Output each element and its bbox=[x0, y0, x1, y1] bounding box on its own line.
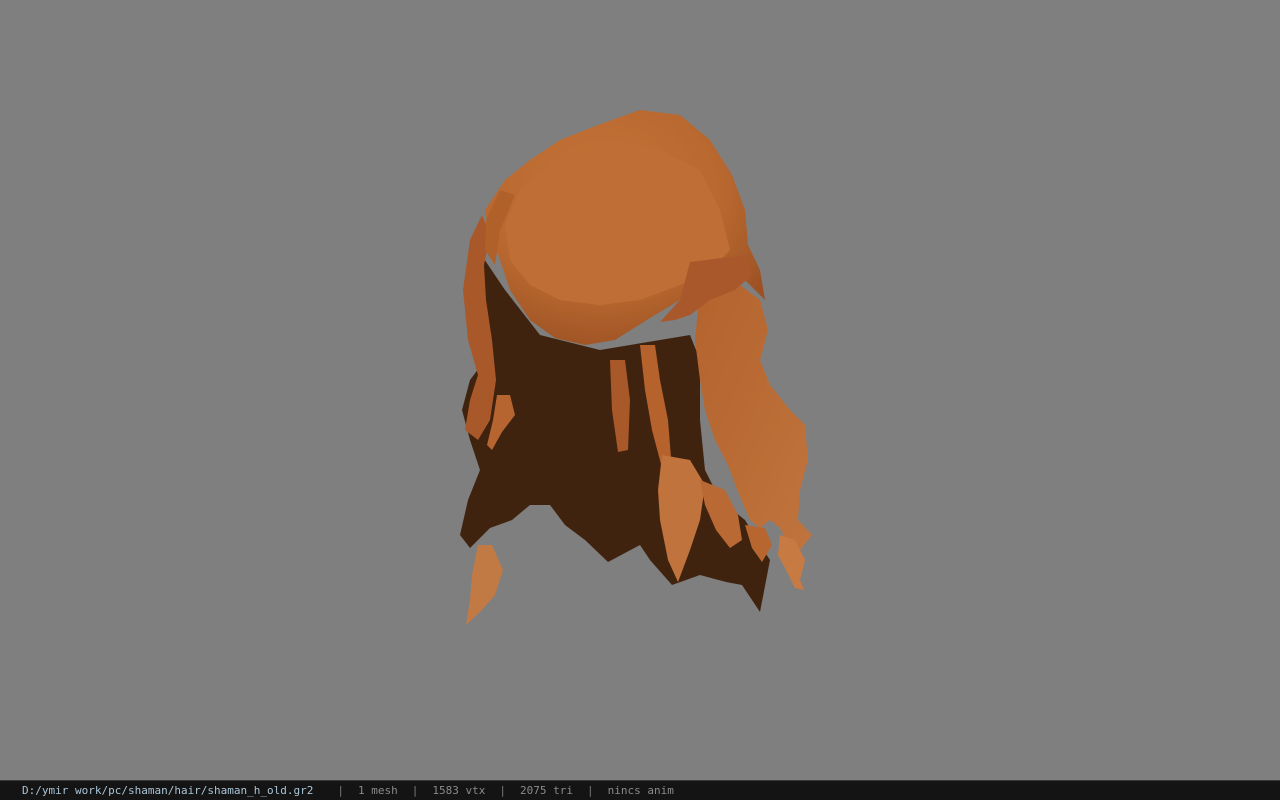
status-file-path: D:/ymir work/pc/shaman/hair/shaman_h_old… bbox=[22, 784, 314, 797]
status-vertex-count: 1583 vtx bbox=[432, 784, 486, 797]
status-separator: | bbox=[587, 784, 594, 797]
hair-model-render[interactable] bbox=[0, 0, 1280, 780]
status-separator: | bbox=[337, 784, 345, 797]
status-mesh-count: 1 mesh bbox=[358, 784, 398, 797]
status-triangle-count: 2075 tri bbox=[520, 784, 573, 797]
status-bar: D:/ymir work/pc/shaman/hair/shaman_h_old… bbox=[0, 780, 1280, 800]
status-separator: | bbox=[411, 784, 419, 797]
3d-viewport[interactable] bbox=[0, 0, 1280, 780]
status-anim: nincs anim bbox=[607, 784, 674, 797]
status-separator: | bbox=[499, 784, 507, 797]
hair-lock-left-tip bbox=[466, 545, 503, 625]
